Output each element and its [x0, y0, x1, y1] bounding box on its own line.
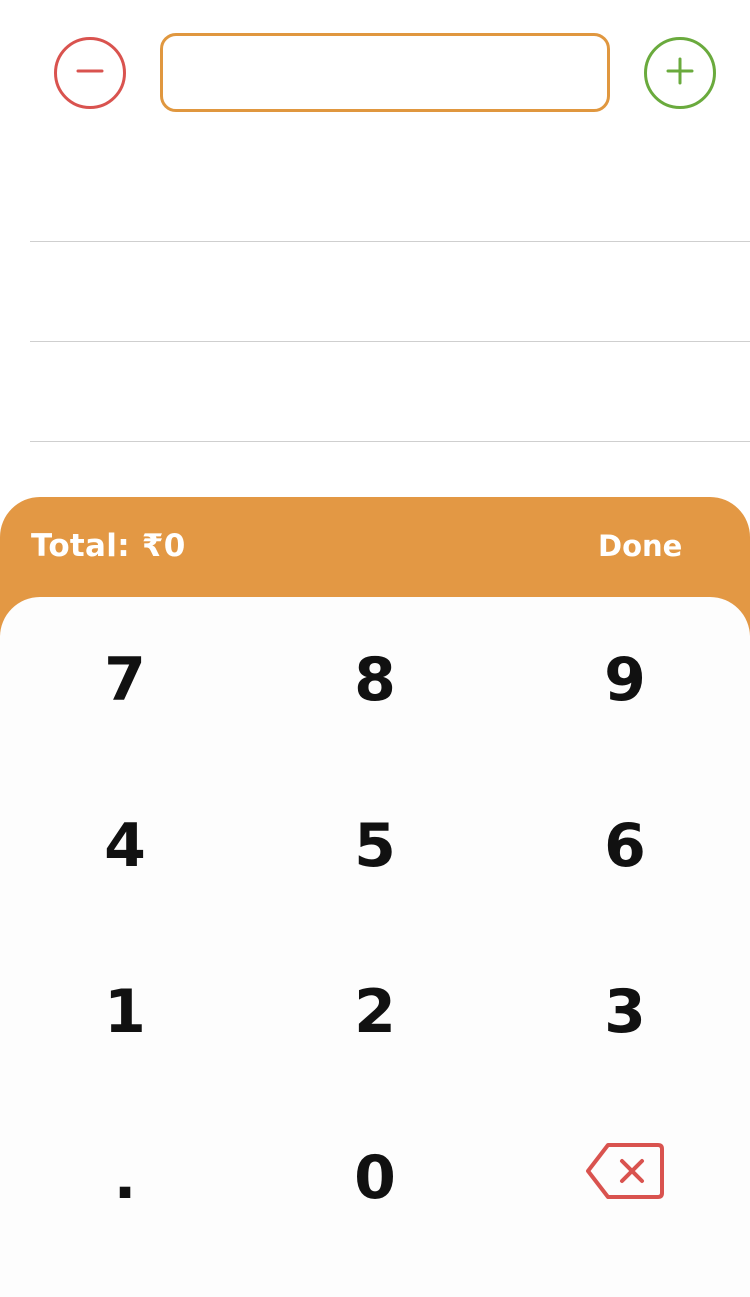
key-decimal[interactable]: . [0, 1095, 250, 1261]
key-3[interactable]: 3 [500, 929, 750, 1095]
list-item [30, 342, 750, 442]
total-label: Total: [31, 528, 130, 564]
numeric-keypad: 7 8 9 4 5 6 1 2 3 . 0 [0, 597, 750, 1297]
list-item [30, 142, 750, 242]
key-4[interactable]: 4 [0, 763, 250, 929]
quantity-controls [0, 0, 750, 150]
key-9[interactable]: 9 [500, 597, 750, 763]
done-button[interactable]: Done [598, 526, 682, 566]
key-2[interactable]: 2 [250, 929, 500, 1095]
item-list [30, 142, 750, 442]
key-7[interactable]: 7 [0, 597, 250, 763]
key-0[interactable]: 0 [250, 1095, 500, 1261]
total-display: Total: ₹0 [31, 526, 186, 566]
key-5[interactable]: 5 [250, 763, 500, 929]
key-1[interactable]: 1 [0, 929, 250, 1095]
minus-icon [70, 51, 110, 95]
key-6[interactable]: 6 [500, 763, 750, 929]
total-value: ₹0 [141, 528, 186, 564]
list-item [30, 242, 750, 342]
decrement-button[interactable] [54, 37, 126, 109]
backspace-button[interactable] [500, 1095, 750, 1261]
backspace-icon [584, 1140, 666, 1217]
plus-icon [660, 51, 700, 95]
amount-input[interactable] [160, 33, 610, 112]
key-8[interactable]: 8 [250, 597, 500, 763]
increment-button[interactable] [644, 37, 716, 109]
